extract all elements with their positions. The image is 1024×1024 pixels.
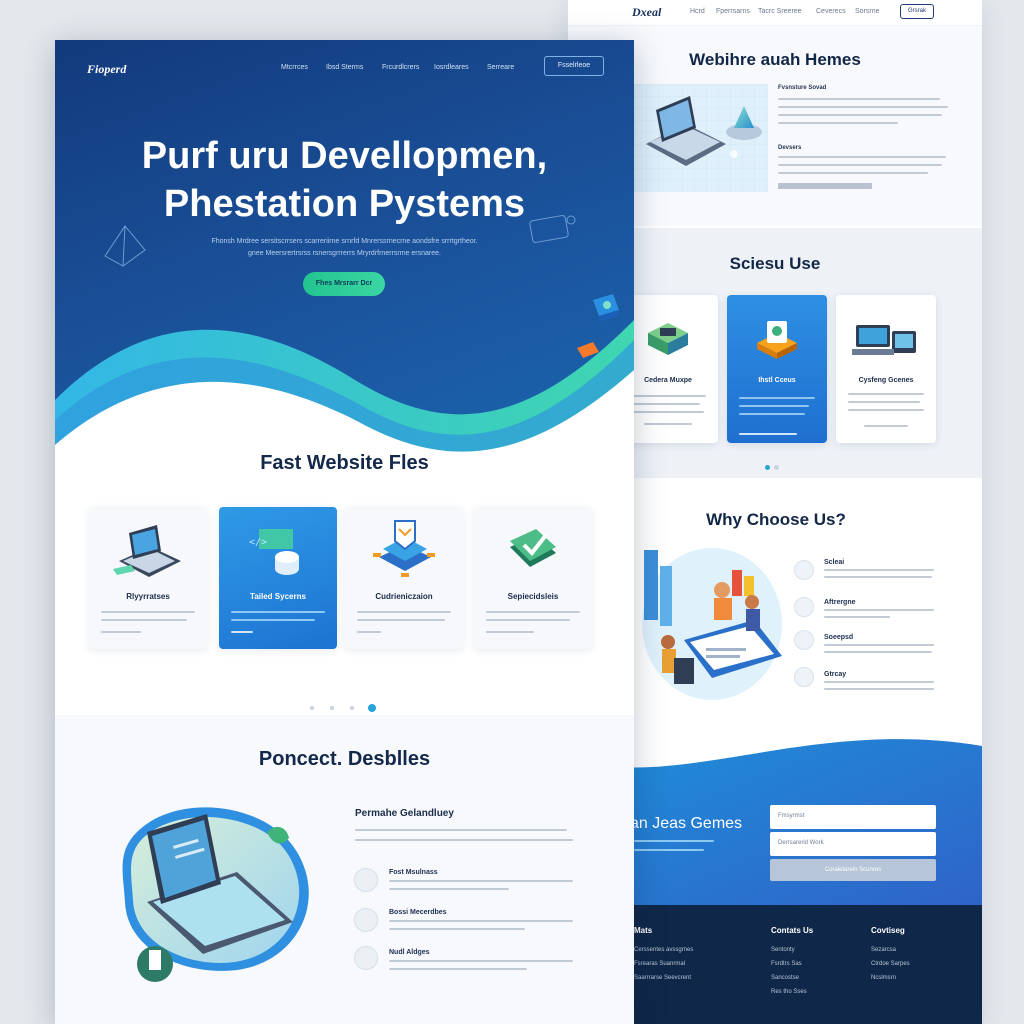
box-icon <box>757 321 797 359</box>
checkmark-icon <box>794 560 814 580</box>
footer-col-title: Mats <box>634 926 653 935</box>
back-nav-link[interactable]: Tacrc Sreeree <box>758 8 802 15</box>
footer-link[interactable]: Ncslmsrn <box>871 975 896 981</box>
device-outline-icon <box>529 215 576 243</box>
feature-card-title: Sepiecidsleis <box>507 592 559 601</box>
hero-title-line: Purf uru Devellopmen, <box>141 135 548 177</box>
wrench-icon <box>794 597 814 617</box>
front-nav-link[interactable]: Serreare <box>487 64 514 71</box>
why-item-title: Gtrcay <box>824 671 847 678</box>
work-field[interactable]: Derrsarerid Work <box>770 832 936 856</box>
product-title: Poncect. Desblles <box>258 748 431 770</box>
product-item-title: Nudl Aldges <box>389 949 430 956</box>
carousel-dot[interactable] <box>368 704 376 712</box>
footer-link[interactable]: Cerssentes avssgrnes <box>634 947 693 953</box>
globe-icon <box>794 667 814 687</box>
footer-col-title: Covtiseg <box>871 926 905 935</box>
back-block-title: Fvsnsture Sovad <box>778 85 827 91</box>
carousel-dot[interactable] <box>310 706 314 710</box>
floating-cube-icon <box>577 294 619 358</box>
footer-link[interactable]: Fsrearas Suanrmal <box>634 961 685 967</box>
layers-icon <box>373 520 435 577</box>
feature-card[interactable]: Sepiecidsleis <box>474 507 592 649</box>
laptop-icon <box>113 525 181 577</box>
service-card-title: Ihstl Cceus <box>758 377 796 384</box>
footer-link[interactable]: Saarrrarse Seevcrent <box>634 975 691 981</box>
footer-col-title: Contats Us <box>771 926 814 935</box>
front-nav-link[interactable]: Iosrdleares <box>434 64 469 71</box>
service-card-title: Cysfeng Gcenes <box>858 377 914 384</box>
server-icon: </> <box>249 529 299 575</box>
front-nav-link[interactable]: Mtcrrces <box>281 64 308 71</box>
submit-button[interactable]: Coraletarein Scunres <box>770 859 936 881</box>
back-nav-button[interactable]: Grsrak <box>900 4 934 19</box>
carousel-dot[interactable] <box>330 706 334 710</box>
footer-link[interactable]: Sentonty <box>771 947 795 953</box>
front-nav-link[interactable]: Ibsd Sterms <box>326 64 363 71</box>
cube-icon <box>648 323 688 355</box>
carousel-dot[interactable] <box>765 465 770 470</box>
back-navbar: Dxeal Hcrd Fperrsarns Tacrc Sreeree Ceve… <box>568 0 982 26</box>
front-logo[interactable]: Fioperd <box>87 62 126 77</box>
back-block-title: Devsers <box>778 145 802 151</box>
front-nav-button[interactable]: Fsselrleoe <box>544 56 604 76</box>
footer-link[interactable]: Res tho Sses <box>771 989 807 995</box>
settings-icon <box>354 908 378 932</box>
carousel-dot[interactable] <box>774 465 779 470</box>
footer-link[interactable]: Sezarcsa <box>871 947 896 953</box>
why-item-title: Soeepsd <box>824 634 854 641</box>
svg-text:</>: </> <box>249 537 267 548</box>
hero-cta-button[interactable]: Fhes Mrsrarr Dcr <box>303 272 385 296</box>
laptop-illustration <box>122 807 309 982</box>
laptop-illustration <box>634 84 768 192</box>
carousel-dot[interactable] <box>350 706 354 710</box>
gear-icon <box>794 630 814 650</box>
footer-link[interactable]: Fsrdtrs Sas <box>771 961 802 967</box>
footer-link[interactable]: Sancostse <box>771 975 799 981</box>
feature-card-title: Tailed Sycerns <box>250 592 306 601</box>
feature-card[interactable]: Cudrieniczaion <box>345 507 463 649</box>
back-nav-link[interactable]: Ceverecs <box>816 8 846 15</box>
feature-card-title: Cudrieniczaion <box>375 592 433 601</box>
back-nav-link[interactable]: Fperrsarns <box>716 8 750 15</box>
feature-card[interactable]: Rlyyrratses <box>89 507 207 649</box>
product-item-title: Fost Msulnass <box>389 869 438 876</box>
features-title: Fast Website Fles <box>260 452 429 474</box>
chat-icon <box>354 868 378 892</box>
shape-outline-icon <box>104 225 146 267</box>
back-logo[interactable]: Dxeal <box>632 5 661 20</box>
name-field[interactable]: Fmsyrmst <box>770 805 936 829</box>
front-page: Fioperd Mtcrrces Ibsd Sterms Frcurdlcrer… <box>55 40 634 1024</box>
back-cta-title: an Jeas Gemes <box>630 815 743 832</box>
tools-icon <box>354 946 378 970</box>
service-card[interactable]: Cysfeng Gcenes <box>836 295 936 443</box>
why-title: Why Choose Us? <box>706 510 846 529</box>
devices-icon <box>852 325 916 355</box>
why-item-title: Aftrergne <box>824 599 856 606</box>
front-nav-link[interactable]: Frcurdlcrers <box>382 64 419 71</box>
feature-card-title: Rlyyrratses <box>126 592 170 601</box>
team-illustration <box>642 548 782 700</box>
back-nav-link[interactable]: Sorsrne <box>855 8 880 15</box>
product-subtitle: Permahe Gelandluey <box>355 808 454 819</box>
checklist-icon <box>510 529 556 567</box>
feature-card[interactable]: </> Tailed Sycerns <box>219 507 337 649</box>
product-item-title: Bossi Mecerdbes <box>389 909 447 916</box>
back-nav-link[interactable]: Hcrd <box>690 8 705 15</box>
why-item-title: Scleai <box>824 559 845 566</box>
service-card[interactable]: Ihstl Cceus <box>727 295 827 443</box>
footer-link[interactable]: Ctrdoe Sarpes <box>871 961 910 967</box>
